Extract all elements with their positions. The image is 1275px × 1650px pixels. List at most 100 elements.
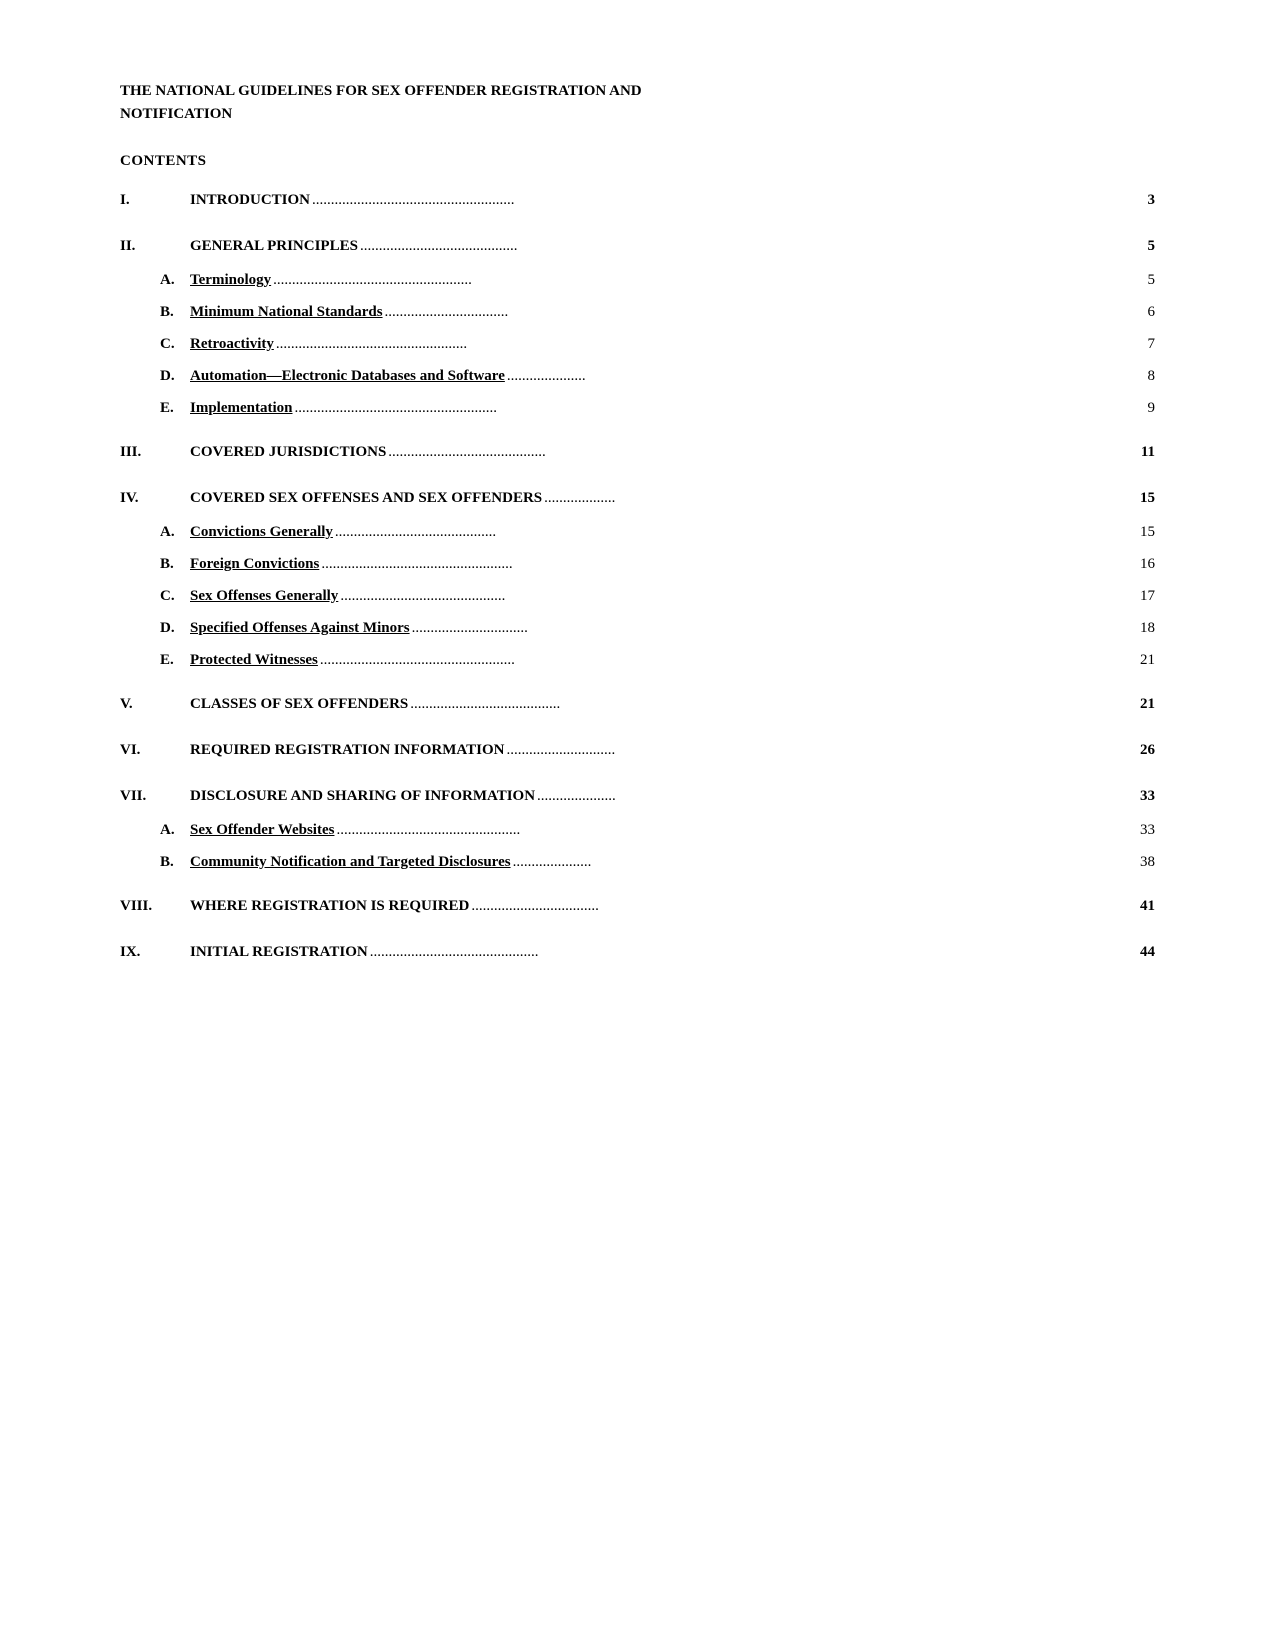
toc-dots-ii-a: ........................................…: [273, 268, 1145, 292]
toc-num-vii-b: B.: [120, 850, 190, 874]
toc-label-ix: INITIAL REGISTRATION: [190, 940, 368, 964]
toc-label-ii-e: Implementation: [190, 396, 293, 420]
toc-dots-iv: ...................: [544, 486, 1138, 510]
toc-dots-ix: ........................................…: [370, 940, 1138, 964]
toc-label-vii-b: Community Notification and Targeted Disc…: [190, 850, 511, 874]
toc-dots-vii-b: .....................: [513, 850, 1138, 874]
toc-num-v: V.: [120, 692, 190, 716]
toc-page-ii-b: 6: [1148, 300, 1156, 324]
toc-dots-ii-d: .....................: [507, 364, 1146, 388]
toc-num-ix: IX.: [120, 940, 190, 964]
toc-dots-ii: ........................................…: [360, 234, 1146, 258]
toc-dots-iv-b: ........................................…: [321, 552, 1138, 576]
toc-page-ii-d: 8: [1148, 364, 1156, 388]
toc-label-ii: GENERAL PRINCIPLES: [190, 234, 358, 258]
toc-num-ii-e: E.: [120, 396, 190, 420]
toc-page-vi: 26: [1140, 738, 1155, 762]
toc-num-ii-c: C.: [120, 332, 190, 356]
toc-label-ii-d: Automation—Electronic Databases and Soft…: [190, 364, 505, 388]
toc-num-iv-c: C.: [120, 584, 190, 608]
toc-dots-ii-b: .................................: [385, 300, 1146, 324]
toc-dots-iv-a: ........................................…: [335, 520, 1138, 544]
toc-entry-iv-d: D.Specified Offenses Against Minors ....…: [120, 616, 1155, 640]
toc-dots-i: ........................................…: [312, 188, 1145, 212]
toc-page-iv-d: 18: [1140, 616, 1155, 640]
toc-entry-ii-c: C.Retroactivity ........................…: [120, 332, 1155, 356]
toc-page-iii: 11: [1141, 440, 1155, 464]
toc-dots-ii-c: ........................................…: [276, 332, 1146, 356]
toc-label-ii-a: Terminology: [190, 268, 271, 292]
toc-entry-iv: IV.COVERED SEX OFFENSES AND SEX OFFENDER…: [120, 486, 1155, 510]
toc-num-ii-a: A.: [120, 268, 190, 292]
toc-num-ii-d: D.: [120, 364, 190, 388]
toc-entry-vii-a: A.Sex Offender Websites ................…: [120, 818, 1155, 842]
toc-page-i: 3: [1148, 188, 1156, 212]
toc-label-iv: COVERED SEX OFFENSES AND SEX OFFENDERS: [190, 486, 542, 510]
toc-label-iv-c: Sex Offenses Generally: [190, 584, 338, 608]
toc-entry-vii-b: B.Community Notification and Targeted Di…: [120, 850, 1155, 874]
toc-page-v: 21: [1140, 692, 1155, 716]
toc-num-vii-a: A.: [120, 818, 190, 842]
toc-entry-v: V.CLASSES OF SEX OFFENDERS .............…: [120, 692, 1155, 716]
toc-entry-ii-d: D.Automation—Electronic Databases and So…: [120, 364, 1155, 388]
toc-entry-ii-b: B.Minimum National Standards ...........…: [120, 300, 1155, 324]
toc-dots-iii: ........................................…: [388, 440, 1139, 464]
toc-page-ii: 5: [1148, 234, 1156, 258]
toc-num-vi: VI.: [120, 738, 190, 762]
toc-label-ii-c: Retroactivity: [190, 332, 274, 356]
toc-page-iv-e: 21: [1140, 648, 1155, 672]
toc-label-i: INTRODUCTION: [190, 188, 310, 212]
toc-dots-v: ........................................: [410, 692, 1138, 716]
toc-entry-vi: VI.REQUIRED REGISTRATION INFORMATION ...…: [120, 738, 1155, 762]
toc-page-ii-a: 5: [1148, 268, 1156, 292]
toc-num-ii: II.: [120, 234, 190, 258]
toc-entry-ii-e: E.Implementation .......................…: [120, 396, 1155, 420]
toc-label-iv-e: Protected Witnesses: [190, 648, 318, 672]
toc-page-iv-c: 17: [1140, 584, 1155, 608]
toc-page-vii: 33: [1140, 784, 1155, 808]
toc-label-vii: DISCLOSURE AND SHARING OF INFORMATION: [190, 784, 535, 808]
document-title: THE NATIONAL GUIDELINES FOR SEX OFFENDER…: [120, 80, 1155, 125]
toc-page-vii-a: 33: [1140, 818, 1155, 842]
toc-page-iv: 15: [1140, 486, 1155, 510]
toc-dots-iv-e: ........................................…: [320, 648, 1138, 672]
toc-label-iii: COVERED JURISDICTIONS: [190, 440, 386, 464]
toc-num-iv: IV.: [120, 486, 190, 510]
toc-entry-iv-a: A.Convictions Generally ................…: [120, 520, 1155, 544]
toc-entry-ii-a: A.Terminology ..........................…: [120, 268, 1155, 292]
toc-label-iv-b: Foreign Convictions: [190, 552, 319, 576]
toc-num-iv-d: D.: [120, 616, 190, 640]
toc-dots-vi: .............................: [506, 738, 1138, 762]
toc-label-ii-b: Minimum National Standards: [190, 300, 383, 324]
toc-dots-ii-e: ........................................…: [295, 396, 1146, 420]
table-of-contents: I.INTRODUCTION .........................…: [120, 188, 1155, 964]
toc-num-ii-b: B.: [120, 300, 190, 324]
toc-dots-vii-a: ........................................…: [336, 818, 1138, 842]
toc-dots-iv-c: ........................................…: [340, 584, 1138, 608]
toc-page-ii-e: 9: [1148, 396, 1156, 420]
title-line2: NOTIFICATION: [120, 106, 232, 122]
toc-entry-viii: VIII.WHERE REGISTRATION IS REQUIRED ....…: [120, 894, 1155, 918]
toc-label-v: CLASSES OF SEX OFFENDERS: [190, 692, 408, 716]
toc-entry-iv-e: E.Protected Witnesses ..................…: [120, 648, 1155, 672]
toc-entry-vii: VII.DISCLOSURE AND SHARING OF INFORMATIO…: [120, 784, 1155, 808]
toc-label-viii: WHERE REGISTRATION IS REQUIRED: [190, 894, 469, 918]
toc-dots-viii: ..................................: [471, 894, 1138, 918]
toc-num-vii: VII.: [120, 784, 190, 808]
toc-entry-i: I.INTRODUCTION .........................…: [120, 188, 1155, 212]
toc-entry-iv-c: C.Sex Offenses Generally ...............…: [120, 584, 1155, 608]
toc-label-iv-a: Convictions Generally: [190, 520, 333, 544]
toc-num-iv-a: A.: [120, 520, 190, 544]
toc-num-iv-b: B.: [120, 552, 190, 576]
toc-num-iii: III.: [120, 440, 190, 464]
toc-num-i: I.: [120, 188, 190, 212]
toc-entry-ix: IX.INITIAL REGISTRATION ................…: [120, 940, 1155, 964]
contents-header: CONTENTS: [120, 153, 1155, 170]
toc-page-iv-a: 15: [1140, 520, 1155, 544]
toc-label-iv-d: Specified Offenses Against Minors: [190, 616, 410, 640]
toc-num-iv-e: E.: [120, 648, 190, 672]
toc-entry-iii: III.COVERED JURISDICTIONS ..............…: [120, 440, 1155, 464]
toc-entry-iv-b: B.Foreign Convictions ..................…: [120, 552, 1155, 576]
toc-dots-vii: .....................: [537, 784, 1138, 808]
toc-dots-iv-d: ...............................: [412, 616, 1138, 640]
